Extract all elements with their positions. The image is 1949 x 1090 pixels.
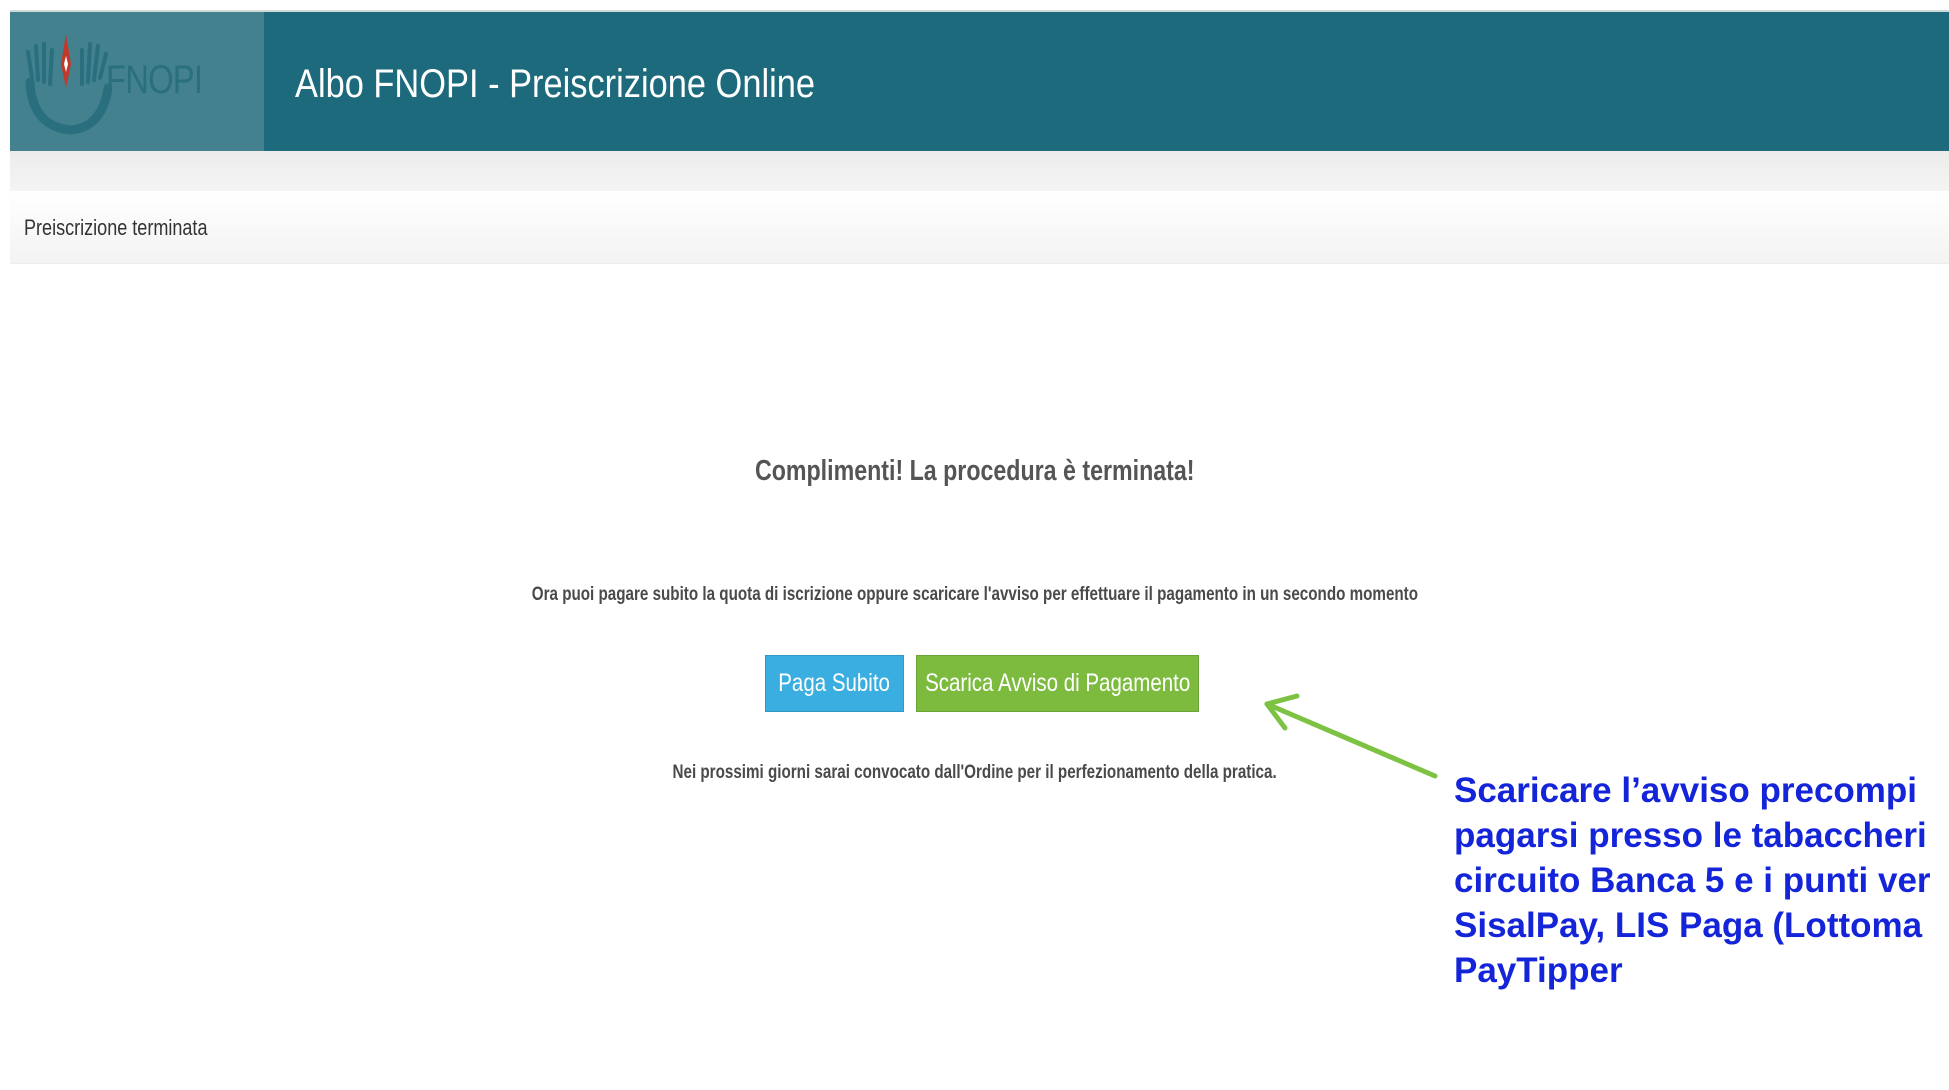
annotation-line: SisalPay, LIS Paga (Lottoma [1454, 906, 1923, 945]
annotation-line: pagarsi presso le tabaccheri [1454, 816, 1927, 855]
hands-logo-icon [25, 34, 112, 135]
pay-now-button[interactable]: Paga Subito [765, 655, 904, 712]
annotation-note: Scaricare l’avviso precompi pagarsi pres… [1454, 768, 1949, 993]
annotation-line: Scaricare l’avviso precompi [1454, 771, 1918, 810]
app-title: Albo FNOPI - Preiscrizione Online [295, 62, 816, 106]
breadcrumb: Preiscrizione terminata [10, 191, 1949, 264]
download-payment-notice-button[interactable]: Scarica Avviso di Pagamento [916, 655, 1199, 712]
header-separator-band [10, 151, 1949, 191]
page: FNOPI Albo FNOPI - Preiscrizione Online … [0, 0, 1949, 1090]
annotation-line: circuito Banca 5 e i punti ver [1454, 861, 1931, 900]
arrow-pointer-icon [1264, 693, 1438, 779]
breadcrumb-current: Preiscrizione terminata [24, 215, 208, 240]
instruction-text-content: Ora puoi pagare subito la quota di iscri… [531, 584, 1418, 605]
download-payment-notice-button-label: Scarica Avviso di Pagamento [924, 669, 1191, 697]
instruction-text: Ora puoi pagare subito la quota di iscri… [0, 584, 1949, 606]
fnopi-logo[interactable]: FNOPI [10, 12, 264, 153]
header-bar: FNOPI Albo FNOPI - Preiscrizione Online [10, 10, 1949, 153]
annotation-line: PayTipper [1454, 951, 1623, 990]
success-title: Complimenti! La procedura è terminata! [0, 455, 1949, 488]
success-title-text: Complimenti! La procedura è terminata! [754, 455, 1195, 487]
pay-now-button-label: Paga Subito [778, 669, 891, 697]
logo-text: FNOPI [106, 58, 203, 102]
followup-text-content: Nei prossimi giorni sarai convocato dall… [672, 762, 1277, 783]
